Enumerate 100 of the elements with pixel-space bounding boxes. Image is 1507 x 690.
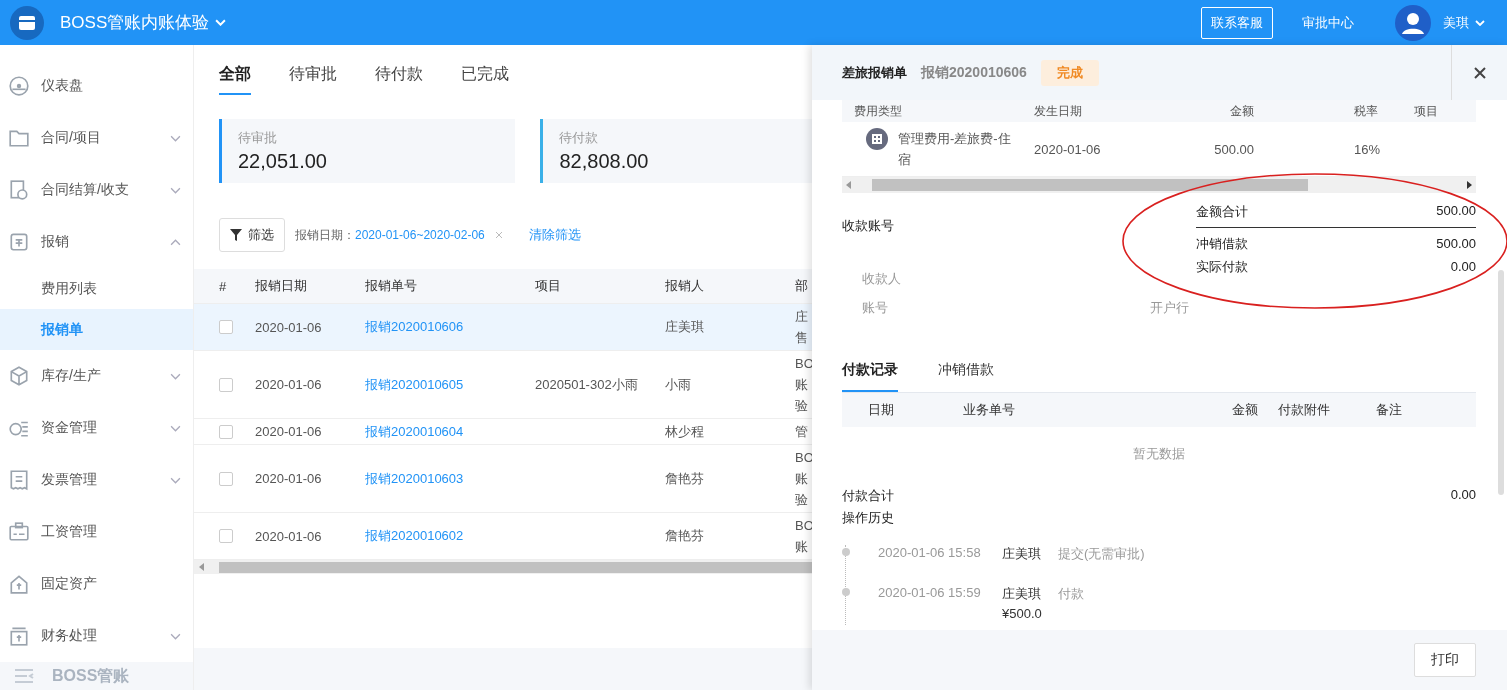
total-label: 付款合计 [842, 487, 894, 505]
table-cell-text: 詹艳芬 [665, 527, 705, 545]
card-value: 22,051.00 [238, 150, 328, 173]
column-header: 付款附件 [1277, 401, 1331, 419]
chevron-down-icon[interactable] [215, 19, 227, 26]
history-time: 2020-01-06 15:58 [878, 545, 982, 560]
column-header: 金额 [1231, 401, 1258, 419]
column-header: 金额 [1229, 102, 1254, 120]
table-cell-text: 2020-01-06 [255, 471, 323, 486]
row-checkbox[interactable] [219, 424, 233, 439]
tab[interactable]: 待审批 [289, 64, 337, 95]
total-value: 500.00 [1436, 203, 1476, 218]
sidebar-brand: BOSS管账 [52, 665, 130, 686]
sidebar-item[interactable]: 工资管理 [0, 506, 193, 558]
section-title: 收款账号 [842, 218, 894, 233]
cube-icon [8, 365, 30, 387]
total-label: 金额合计 [1196, 203, 1248, 221]
sidebar-item[interactable]: 固定资产 [0, 558, 193, 610]
close-icon[interactable] [494, 231, 503, 239]
history-amount: ¥500.0 [1002, 606, 1042, 621]
timeline-dot [842, 548, 850, 556]
column-header: 报销单号 [365, 277, 418, 295]
filter-button[interactable]: 筛选 [219, 218, 285, 252]
scrollbar-thumb[interactable] [219, 561, 812, 573]
briefcase-icon [8, 521, 30, 543]
tab[interactable]: 冲销借款 [938, 361, 994, 392]
history-time: 2020-01-06 15:59 [878, 585, 982, 600]
history-action: 提交(无需审批) [1058, 545, 1145, 563]
row-checkbox[interactable] [219, 320, 233, 334]
table-row[interactable]: 2020-01-06 报销2020010606 庄美琪 庄 售 [194, 304, 812, 351]
table-cell-text: 2020-01-06 [255, 528, 323, 544]
close-icon [1473, 66, 1486, 79]
drawer-title: 差旅报销单 [842, 63, 907, 82]
box-icon [8, 625, 30, 647]
table-cell-text: 管 [795, 423, 809, 441]
sidebar-item[interactable]: 发票管理 [0, 454, 193, 506]
table-row[interactable]: 2020-01-06 报销2020010604 林少程 管 [194, 419, 812, 445]
table-cell-text: 16% [1353, 141, 1382, 157]
table-cell-text: 验 [795, 397, 809, 415]
field-label: 开户行 [1150, 299, 1190, 317]
scrollbar-thumb[interactable] [872, 179, 1308, 191]
card-label: 待审批 [238, 129, 278, 147]
table-cell-text: 庄美琪 [665, 318, 705, 336]
gauge-icon [8, 75, 30, 97]
scroll-right-icon[interactable] [1466, 181, 1472, 189]
empty-message: 暂无数据 [1133, 446, 1185, 461]
column-header: # [219, 278, 228, 294]
receipt-icon [8, 469, 30, 491]
total-value: 500.00 [1436, 236, 1476, 251]
row-checkbox[interactable] [219, 471, 233, 486]
total-value: 0.00 [1450, 487, 1476, 504]
column-header: 报销日期 [255, 277, 308, 295]
table-cell-text: 验 [795, 491, 809, 509]
sidebar-subitem[interactable]: 费用列表 [0, 268, 193, 309]
table-cell-text: 庄 [795, 308, 809, 326]
money-icon [8, 231, 30, 253]
table-cell-text: 账 [795, 470, 809, 488]
print-button[interactable]: 打印 [1414, 643, 1476, 677]
sidebar-item[interactable]: 合同/项目 [0, 112, 193, 164]
column-header: 部 [795, 277, 809, 295]
column-header: 业务单号 [963, 401, 1016, 419]
store-logo-icon [10, 5, 44, 40]
sidebar-item[interactable]: 资金管理 [0, 402, 193, 454]
history-user: 庄美琪 [1002, 585, 1042, 603]
table-cell-text: 2020-01-06 [1034, 141, 1102, 157]
tab[interactable]: 待付款 [375, 64, 423, 95]
field-label: 账号 [862, 299, 889, 317]
timeline-dot [842, 588, 850, 596]
column-header: 日期 [868, 401, 895, 419]
building-icon [866, 128, 888, 150]
scroll-left-icon[interactable] [199, 563, 205, 571]
filter-value: 2020-01-06~2020-02-06 [355, 228, 485, 242]
column-header: 税率 [1353, 102, 1379, 120]
total-label: 冲销借款 [1196, 234, 1248, 253]
scroll-left-icon[interactable] [846, 181, 852, 189]
row-checkbox[interactable] [219, 377, 233, 392]
house-icon [8, 573, 30, 595]
filter-label: 报销日期： [295, 226, 355, 244]
chevron-down-icon[interactable] [1475, 19, 1485, 26]
table-cell-text: 售 [795, 329, 809, 347]
table-cell-text: 管理费用-差旅费-住宿 [898, 130, 1012, 169]
avatar-icon[interactable] [1395, 4, 1431, 41]
collapse-menu-icon[interactable] [14, 669, 34, 683]
filter-icon [230, 229, 242, 241]
table-cell-text: 500.00 [1213, 141, 1254, 157]
tab[interactable]: 已完成 [461, 64, 509, 95]
sidebar-item[interactable]: 财务处理 [0, 610, 193, 662]
sidebar-item[interactable]: 仪表盘 [0, 60, 193, 112]
sidebar-item[interactable]: 库存/生产 [0, 350, 193, 402]
table-cell-text: 詹艳芬 [665, 469, 705, 488]
card-value: 82,808.00 [559, 150, 650, 173]
row-checkbox[interactable] [219, 529, 233, 543]
scrollbar-thumb[interactable] [1498, 270, 1504, 495]
order-number: 报销2020010606 [921, 63, 1027, 82]
sidebar-item[interactable]: 报销 [0, 216, 193, 268]
tab[interactable]: 全部 [219, 64, 251, 95]
column-header: 项目 [1414, 102, 1439, 120]
table-cell-text: 账 [795, 538, 809, 556]
sidebar-item[interactable]: 合同结算/收支 [0, 164, 193, 216]
status-badge: 完成 [1040, 59, 1099, 86]
